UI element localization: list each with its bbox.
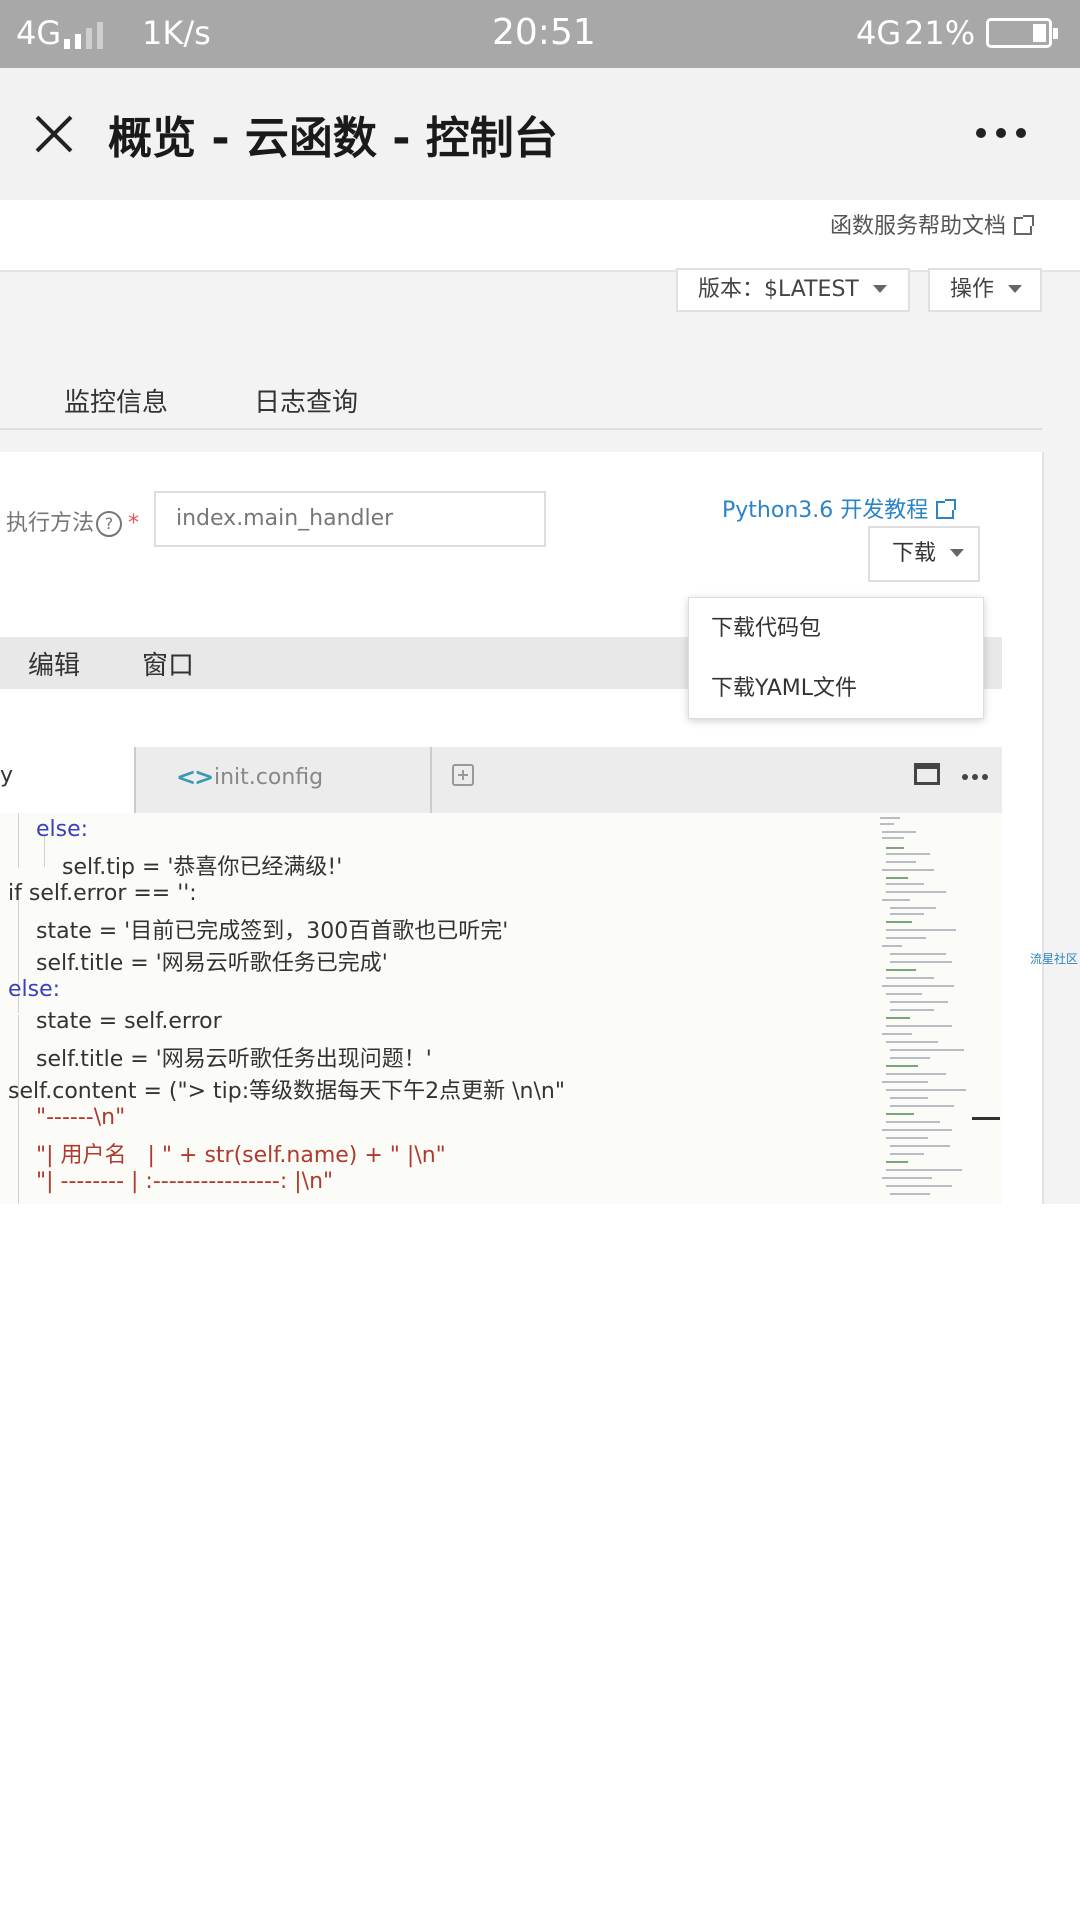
battery-percent: 21% — [904, 14, 976, 52]
chevron-down-icon — [872, 285, 887, 293]
page-title: 概览 - 云函数 - 控制台 — [108, 113, 558, 164]
tab-divider — [0, 428, 1042, 430]
code-file-icon: <> — [176, 763, 214, 791]
editor-scroll-marker[interactable] — [972, 1117, 1000, 1120]
code-line: else: — [36, 817, 89, 842]
code-line: else: — [8, 977, 61, 1002]
help-doc-link[interactable]: 函数服务帮助文档 — [829, 208, 1034, 240]
battery-icon — [986, 18, 1058, 48]
add-tab-icon[interactable] — [452, 764, 474, 786]
exec-method-label: 执行方法? * — [6, 505, 139, 537]
code-line: "| -------- | :----------------: |\n" — [36, 1169, 334, 1194]
network-type: 4G — [16, 14, 62, 52]
close-icon[interactable] — [30, 103, 78, 165]
version-select[interactable]: 版本：$LATEST — [676, 268, 910, 312]
editor-tab-active-label: y — [0, 763, 14, 788]
side-community-link[interactable]: 流星社区 — [1030, 950, 1078, 967]
editor-tab-active[interactable]: y — [0, 747, 136, 813]
download-code-package-item[interactable]: 下载代码包 — [711, 610, 821, 642]
tab-monitoring[interactable]: 监控信息 — [64, 382, 168, 419]
exec-method-input[interactable]: index.main_handler — [154, 491, 546, 547]
tab-log-query[interactable]: 日志查询 — [254, 382, 358, 419]
code-line: state = '目前已完成签到，300百首歌也已听完' — [36, 919, 509, 944]
more-options-icon[interactable] — [976, 128, 1026, 138]
code-editor[interactable]: else: self.tip = '恭喜你已经满级!' if self.erro… — [0, 813, 1002, 1204]
code-line: "| 用户名 | " + str(self.name) + " |\n" — [36, 1143, 446, 1168]
required-mark: * — [128, 511, 140, 536]
editor-more-icon[interactable] — [962, 774, 988, 780]
code-line: if self.error == '': — [8, 881, 197, 906]
code-line: self.title = '网易云听歌任务出现问题！' — [36, 1047, 432, 1072]
editor-tab-init-config-label: init.config — [214, 765, 324, 790]
menu-window[interactable]: 窗口 — [142, 645, 194, 682]
help-row: 函数服务帮助文档 — [0, 200, 1080, 272]
help-doc-label: 函数服务帮助文档 — [829, 214, 1006, 239]
external-link-icon — [936, 499, 957, 519]
menu-edit[interactable]: 编辑 — [28, 645, 80, 682]
code-line: state = self.error — [36, 1009, 222, 1034]
download-button[interactable]: 下载 — [868, 526, 980, 582]
python-tutorial-link[interactable]: Python3.6 开发教程 — [722, 492, 957, 524]
editor-tab-init-config[interactable]: <> init.config — [136, 747, 432, 813]
code-line: self.content = ("> tip:等级数据每天下午2点更新 \n\n… — [8, 1079, 565, 1104]
action-select[interactable]: 操作 — [928, 268, 1042, 312]
window-maximize-icon[interactable] — [914, 763, 940, 785]
network-speed: 1K/s — [142, 14, 211, 52]
code-line: self.tip = '恭喜你已经满级!' — [62, 855, 343, 880]
app-header: 概览 - 云函数 - 控制台 — [0, 68, 1080, 200]
clock: 20:51 — [492, 12, 596, 53]
chevron-down-icon — [1008, 285, 1023, 293]
chevron-down-icon — [950, 549, 965, 557]
download-dropdown-menu: 下载代码包 下载YAML文件 — [688, 597, 984, 719]
signal-icon — [64, 22, 103, 49]
python-tutorial-label: Python3.6 开发教程 — [722, 498, 929, 523]
exec-method-text: 执行方法 — [6, 511, 95, 536]
version-select-label: 版本：$LATEST — [698, 277, 859, 302]
external-link-icon — [1014, 215, 1034, 235]
code-minimap[interactable] — [878, 813, 1000, 1204]
status-bar: 4G 1K/s 20:51 4G 21% — [0, 0, 1080, 68]
code-line: "------\n" — [36, 1105, 126, 1130]
network-type-right: 4G — [856, 14, 902, 52]
download-yaml-item[interactable]: 下载YAML文件 — [711, 670, 857, 702]
help-icon[interactable]: ? — [96, 511, 123, 537]
action-select-label: 操作 — [950, 277, 995, 302]
download-label: 下载 — [892, 541, 937, 566]
code-line: self.title = '网易云听歌任务已完成' — [36, 951, 388, 976]
